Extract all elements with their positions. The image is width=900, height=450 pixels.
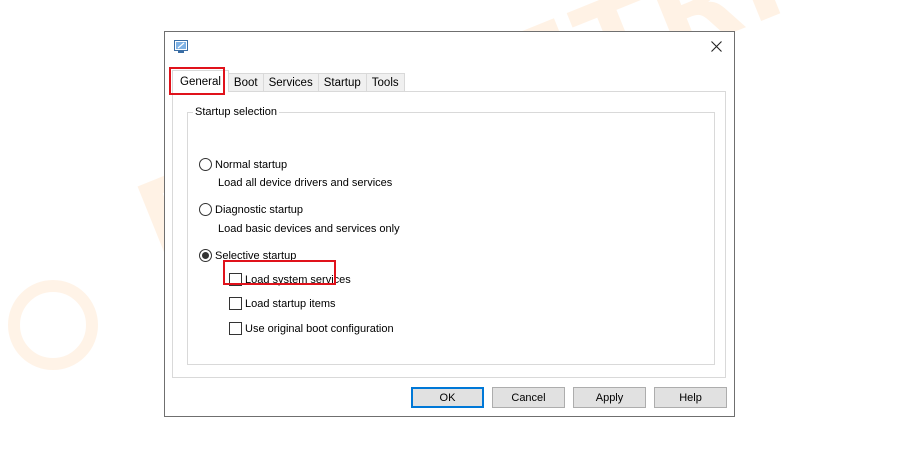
title-bar	[165, 32, 734, 64]
help-button[interactable]: Help	[654, 387, 727, 408]
tab-tools[interactable]: Tools	[365, 73, 405, 92]
diagnostic-startup-label: Diagnostic startup	[215, 203, 304, 216]
normal-startup-label: Normal startup	[215, 158, 288, 171]
normal-startup-desc: Load all device drivers and services	[218, 177, 393, 189]
checkbox-original-boot[interactable]	[229, 322, 242, 335]
load-startup-items-label: Load startup items	[245, 297, 336, 310]
tab-boot[interactable]: Boot	[227, 73, 264, 92]
ok-button[interactable]: OK	[411, 387, 484, 408]
tab-startup[interactable]: Startup	[317, 73, 367, 92]
close-button[interactable]	[702, 36, 730, 60]
general-tab-highlight	[169, 67, 225, 95]
radio-diagnostic[interactable]	[199, 203, 212, 216]
general-tab-panel: Startup selection Normal startup Load al…	[172, 91, 726, 378]
use-original-boot-label: Use original boot configuration	[245, 322, 394, 335]
watermark-logo	[8, 280, 98, 370]
use-original-boot-checkbox[interactable]: Use original boot configuration	[229, 322, 394, 335]
apply-button[interactable]: Apply	[573, 387, 646, 408]
close-icon	[710, 41, 722, 55]
diagnostic-startup-radio[interactable]: Diagnostic startup	[199, 203, 303, 216]
startup-items-highlight	[223, 260, 336, 285]
radio-selective[interactable]	[199, 249, 212, 262]
checkbox-startup-items[interactable]	[229, 297, 242, 310]
tab-services[interactable]: Services	[262, 73, 319, 92]
normal-startup-radio[interactable]: Normal startup	[199, 158, 287, 171]
load-startup-items-checkbox[interactable]: Load startup items	[229, 297, 336, 310]
diagnostic-startup-desc: Load basic devices and services only	[218, 223, 400, 235]
msconfig-icon	[174, 40, 188, 53]
cancel-button[interactable]: Cancel	[492, 387, 565, 408]
system-configuration-window: General Boot Services Startup Tools Star…	[164, 31, 735, 417]
group-title: Startup selection	[193, 106, 279, 118]
radio-normal[interactable]	[199, 158, 212, 171]
